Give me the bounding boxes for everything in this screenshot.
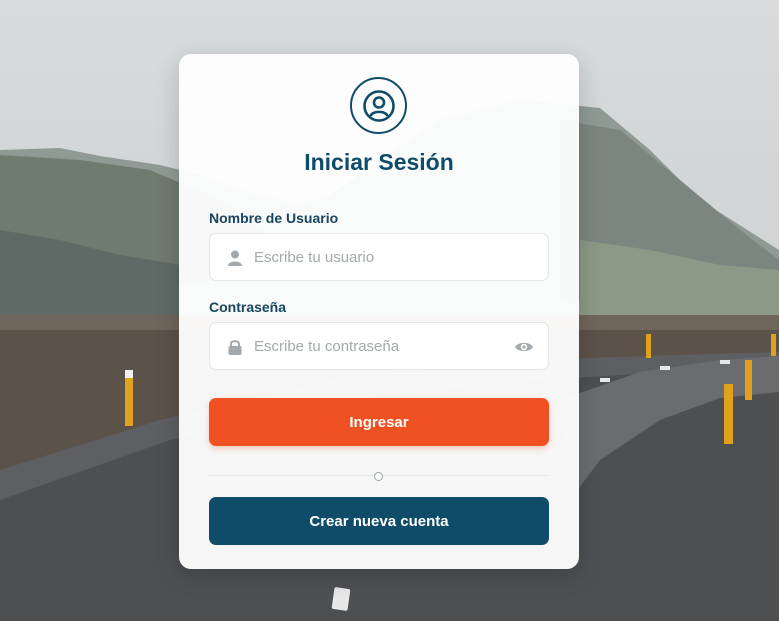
user-icon bbox=[228, 250, 242, 266]
password-field[interactable] bbox=[209, 322, 549, 370]
eye-icon[interactable] bbox=[514, 338, 534, 356]
create-account-button[interactable]: Crear nueva cuenta bbox=[209, 497, 549, 545]
username-input[interactable] bbox=[254, 234, 504, 280]
page-title: Iniciar Sesión bbox=[304, 149, 454, 175]
lock-icon bbox=[228, 340, 242, 355]
password-label: Contraseña bbox=[209, 299, 287, 315]
login-card: Iniciar Sesión Nombre de Usuario Contras… bbox=[179, 54, 579, 569]
username-field[interactable] bbox=[209, 233, 549, 281]
password-input[interactable] bbox=[254, 323, 504, 369]
user-circle-icon bbox=[350, 77, 407, 134]
login-button[interactable]: Ingresar bbox=[209, 398, 549, 446]
circle-icon bbox=[374, 472, 383, 481]
username-label: Nombre de Usuario bbox=[209, 210, 339, 226]
